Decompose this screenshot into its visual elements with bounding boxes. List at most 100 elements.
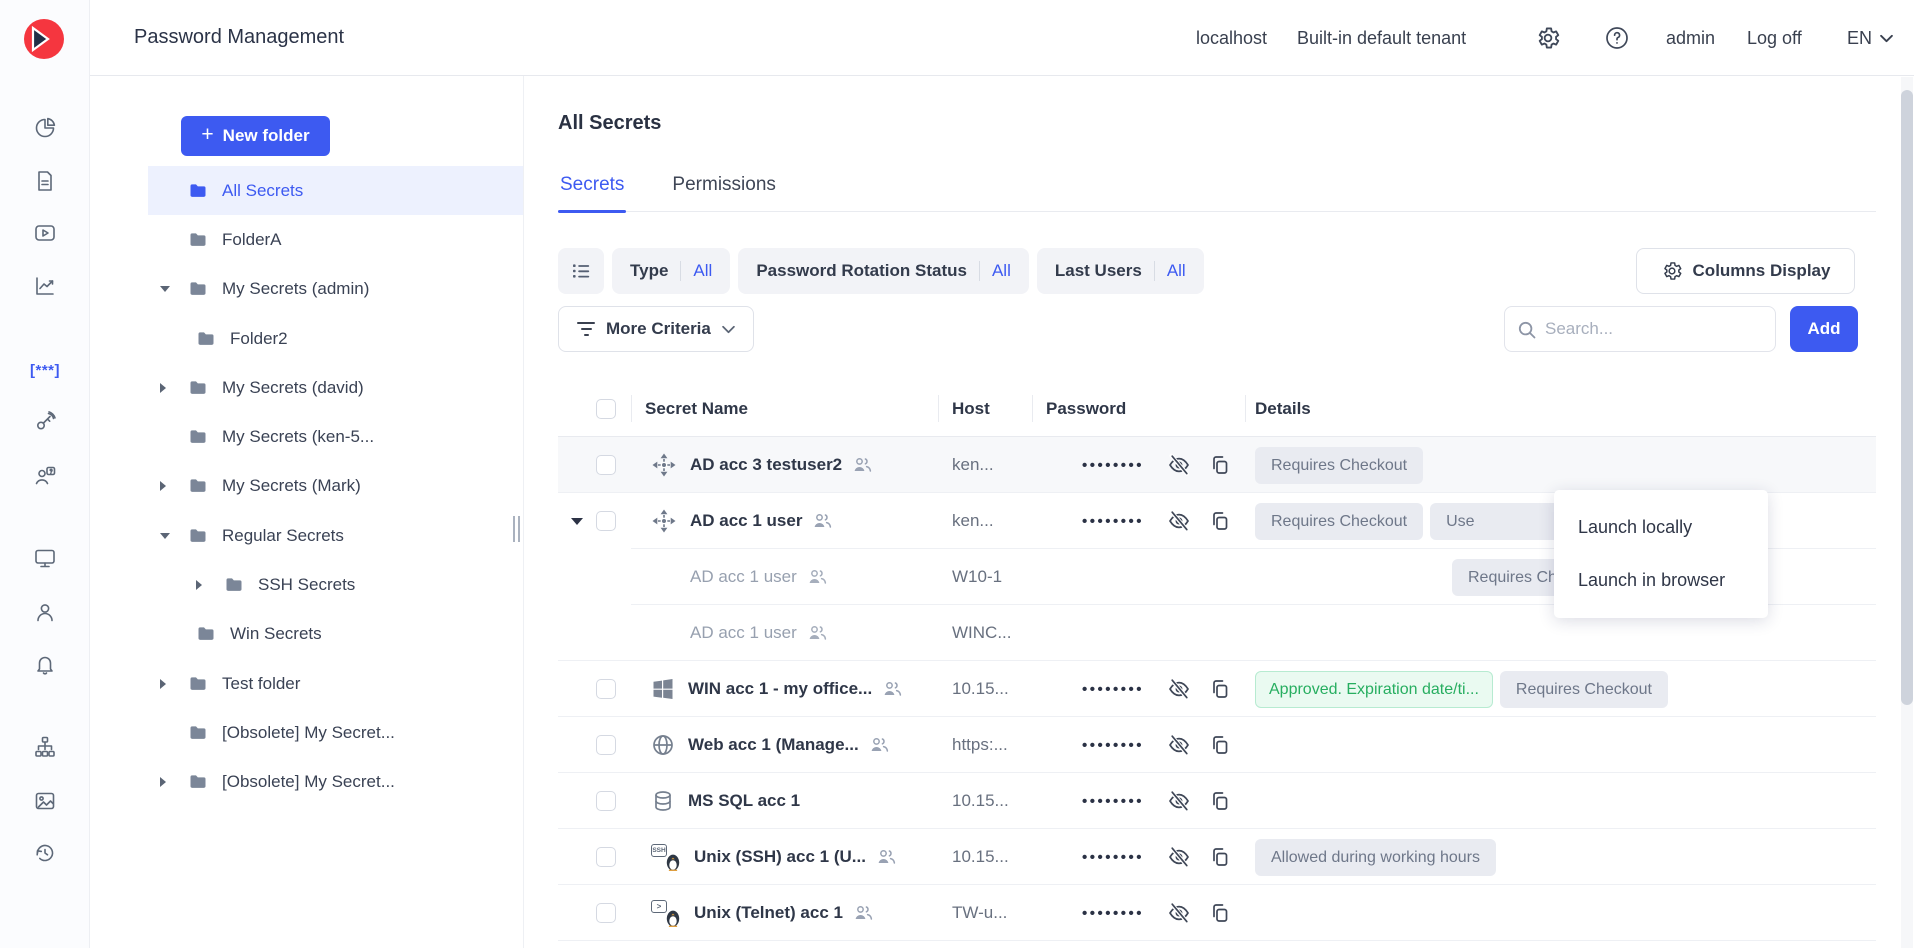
settings-gear-icon[interactable]	[1535, 0, 1561, 76]
sidebar-item-folder2[interactable]: Folder2	[148, 314, 523, 363]
copy-password-icon[interactable]	[1209, 902, 1231, 924]
reveal-password-icon[interactable]	[1167, 509, 1191, 533]
row-checkbox[interactable]	[596, 735, 616, 755]
row-checkbox[interactable]	[596, 903, 616, 923]
caret-right-icon[interactable]	[160, 383, 188, 393]
sidebar-item-my-secrets-david[interactable]: My Secrets (david)	[148, 363, 523, 412]
copy-password-icon[interactable]	[1209, 678, 1231, 700]
secret-name[interactable]: AD acc 1 user	[690, 567, 797, 587]
secret-name[interactable]: Unix (SSH) acc 1 (U...	[694, 847, 866, 867]
filter-rotation-status[interactable]: Password Rotation Status All	[738, 248, 1029, 294]
language-value: EN	[1847, 28, 1872, 49]
history-icon[interactable]	[23, 831, 67, 875]
tab-secrets[interactable]: Secrets	[558, 170, 626, 211]
access-key-icon[interactable]	[23, 400, 67, 444]
reveal-password-icon[interactable]	[1167, 733, 1191, 757]
caret-right-icon[interactable]	[196, 580, 224, 590]
filter-type[interactable]: Type All	[612, 248, 730, 294]
reveal-password-icon[interactable]	[1167, 845, 1191, 869]
menu-item-launch-locally[interactable]: Launch locally	[1554, 501, 1768, 554]
ssh-protocol-chip: SSH	[651, 844, 667, 857]
document-icon[interactable]	[23, 159, 67, 203]
sidebar-item-all-secrets[interactable]: All Secrets	[148, 166, 523, 215]
sidebar-item-my-secrets-ken[interactable]: My Secrets (ken-5...	[148, 412, 523, 461]
reveal-password-icon[interactable]	[1167, 789, 1191, 813]
sidebar-item-foldera[interactable]: FolderA	[148, 215, 523, 264]
more-criteria-button[interactable]: More Criteria	[558, 306, 754, 352]
caret-right-icon[interactable]	[160, 777, 188, 787]
help-icon[interactable]	[1604, 0, 1630, 76]
row-checkbox[interactable]	[596, 455, 616, 475]
secret-name[interactable]: Unix (Telnet) acc 1	[694, 903, 843, 923]
row-checkbox[interactable]	[596, 679, 616, 699]
reveal-password-icon[interactable]	[1167, 901, 1191, 925]
analytics-icon[interactable]	[23, 264, 67, 308]
select-all-checkbox[interactable]	[596, 399, 616, 419]
copy-password-icon[interactable]	[1209, 790, 1231, 812]
sidebar-item-my-secrets-mark[interactable]: My Secrets (Mark)	[148, 462, 523, 511]
columns-display-button[interactable]: Columns Display	[1636, 248, 1855, 294]
panel-resize-handle[interactable]	[513, 516, 520, 542]
password-mask: ••••••••	[1082, 737, 1144, 754]
menu-item-launch-in-browser[interactable]: Launch in browser	[1554, 554, 1768, 607]
video-icon[interactable]	[23, 211, 67, 255]
copy-password-icon[interactable]	[1209, 734, 1231, 756]
language-selector[interactable]: EN	[1847, 0, 1893, 76]
pie-chart-icon[interactable]	[23, 106, 67, 150]
copy-password-icon[interactable]	[1209, 846, 1231, 868]
shared-users-icon	[854, 904, 873, 926]
sidebar-item-test-folder[interactable]: Test folder	[148, 659, 523, 708]
column-header-details[interactable]: Details	[1245, 380, 1876, 437]
user-request-icon[interactable]	[23, 454, 67, 498]
row-checkbox[interactable]	[596, 791, 616, 811]
folder-label: Folder2	[230, 329, 288, 349]
filter-last-users[interactable]: Last Users All	[1037, 248, 1204, 294]
password-mask: ••••••••	[1082, 681, 1144, 698]
row-checkbox[interactable]	[596, 847, 616, 867]
sidebar-item-obsolete-2[interactable]: [Obsolete] My Secret...	[148, 758, 523, 807]
search-input[interactable]	[1545, 307, 1765, 351]
caret-down-icon[interactable]	[160, 286, 188, 292]
secret-name[interactable]: AD acc 3 testuser2	[690, 455, 842, 475]
reveal-password-icon[interactable]	[1167, 677, 1191, 701]
collapse-caret-icon[interactable]	[571, 518, 583, 525]
secret-name[interactable]: Web acc 1 (Manage...	[688, 735, 859, 755]
column-header-password[interactable]: Password	[1032, 380, 1245, 437]
secret-name[interactable]: MS SQL acc 1	[688, 791, 800, 811]
caret-down-icon[interactable]	[160, 533, 188, 539]
secret-name[interactable]: AD acc 1 user	[690, 511, 802, 531]
sidebar-item-my-secrets-admin[interactable]: My Secrets (admin)	[148, 265, 523, 314]
new-folder-button[interactable]: + New folder	[181, 116, 330, 156]
folder-icon	[188, 772, 222, 792]
row-checkbox[interactable]	[596, 511, 616, 531]
sidebar-item-win-secrets[interactable]: Win Secrets	[148, 610, 523, 659]
copy-password-icon[interactable]	[1209, 454, 1231, 476]
sidebar-item-obsolete-1[interactable]: [Obsolete] My Secret...	[148, 708, 523, 757]
reveal-password-icon[interactable]	[1167, 453, 1191, 477]
logoff-button[interactable]: Log off	[1747, 0, 1802, 76]
tab-permissions[interactable]: Permissions	[670, 170, 777, 211]
add-button[interactable]: Add	[1790, 306, 1858, 352]
secret-name[interactable]: WIN acc 1 - my office...	[688, 679, 872, 699]
shared-users-icon	[813, 512, 832, 534]
secret-name[interactable]: AD acc 1 user	[690, 623, 797, 643]
shared-users-icon	[883, 680, 902, 702]
caret-right-icon[interactable]	[160, 481, 188, 491]
column-header-secret-name[interactable]: Secret Name	[631, 380, 938, 437]
view-list-button[interactable]	[558, 248, 604, 294]
host-value: 10.15...	[938, 661, 1032, 717]
copy-password-icon[interactable]	[1209, 510, 1231, 532]
sidebar-item-ssh-secrets[interactable]: SSH Secrets	[148, 560, 523, 609]
caret-right-icon[interactable]	[160, 679, 188, 689]
notifications-icon[interactable]	[23, 642, 67, 686]
page-scrollbar-thumb[interactable]	[1901, 90, 1913, 705]
passwords-icon[interactable]: [***]	[23, 348, 67, 392]
sessions-monitor-icon[interactable]	[23, 536, 67, 580]
sidebar-item-regular-secrets[interactable]: Regular Secrets	[148, 511, 523, 560]
user-menu[interactable]: admin	[1666, 0, 1715, 76]
org-structure-icon[interactable]	[23, 725, 67, 769]
folder-label: SSH Secrets	[258, 575, 355, 595]
column-header-host[interactable]: Host	[938, 380, 1032, 437]
reports-image-icon[interactable]	[23, 779, 67, 823]
users-icon[interactable]	[23, 590, 67, 634]
